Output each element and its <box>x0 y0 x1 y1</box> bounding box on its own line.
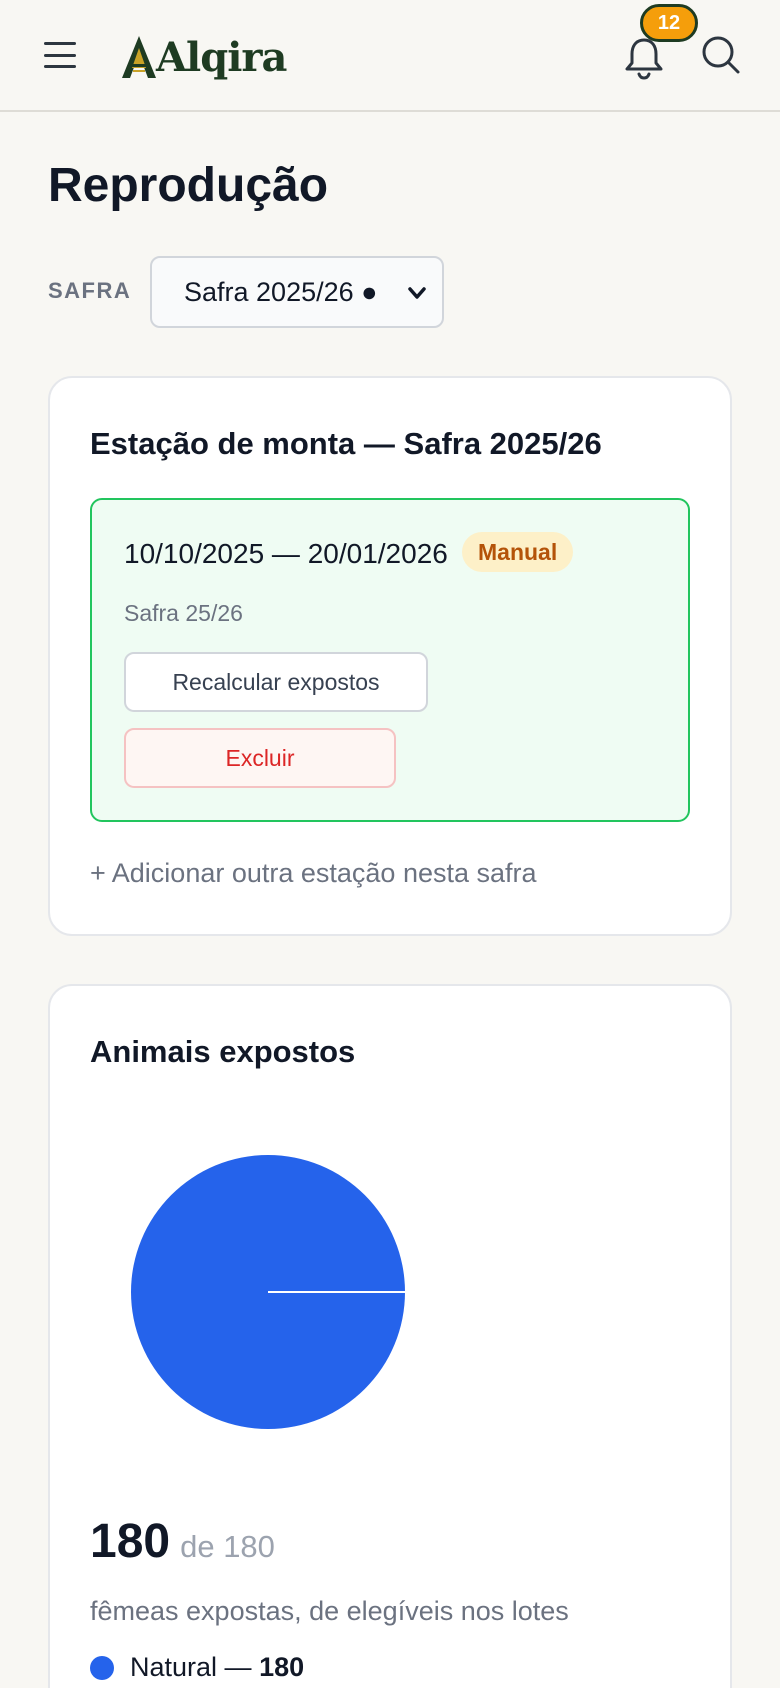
breeding-station-title: Estação de monta — Safra 2025/26 <box>90 426 602 461</box>
exposed-description: fêmeas expostas, de elegíveis nos lotes <box>90 1596 569 1626</box>
exposed-summary: 180 de 180 <box>90 1514 275 1569</box>
exposed-animals-card: Animais expostos 180 de 180 fêmeas expos… <box>48 984 732 1688</box>
station-dates: 10/10/2025 — 20/01/2026 <box>124 538 448 569</box>
legend-item: Natural — 180 <box>90 1652 304 1683</box>
notification-badge[interactable]: 12 <box>640 4 698 42</box>
legend-swatch <box>90 1655 114 1680</box>
exposed-count: 180 <box>90 1515 171 1568</box>
safra-select[interactable]: Safra 2025/26 ● <box>150 256 444 328</box>
chevron-down-icon <box>408 287 426 299</box>
logo-mark-icon <box>122 36 156 78</box>
exposed-pie-chart <box>131 1155 405 1429</box>
delete-button[interactable]: Excluir <box>124 728 396 788</box>
app-logo[interactable]: Alqira <box>120 28 287 81</box>
exposed-total: de 180 <box>180 1529 275 1564</box>
legend-label: Natural — <box>130 1652 252 1682</box>
legend-value: 180 <box>259 1652 305 1682</box>
mode-badge: Manual <box>462 532 574 572</box>
recalculate-button[interactable]: Recalcular expostos <box>124 652 428 712</box>
add-station-link[interactable]: + Adicionar outra estação nesta safra <box>90 858 537 889</box>
safra-label: SAFRA <box>48 278 132 303</box>
breeding-station-card: Estação de monta — Safra 2025/26 10/10/2… <box>48 376 732 936</box>
exposed-animals-title: Animais expostos <box>90 1034 356 1069</box>
station-item: 10/10/2025 — 20/01/2026 Manual Safra 25/… <box>90 498 690 822</box>
page-title: Reprodução <box>48 159 329 212</box>
station-subtitle: Safra 25/26 <box>124 600 243 626</box>
top-bar: Alqira 12 <box>0 0 780 112</box>
safra-select-value: Safra 2025/26 ● <box>184 276 378 307</box>
search-icon[interactable] <box>700 34 742 76</box>
logo-text: Alqira <box>156 34 287 81</box>
menu-icon[interactable] <box>40 38 80 72</box>
